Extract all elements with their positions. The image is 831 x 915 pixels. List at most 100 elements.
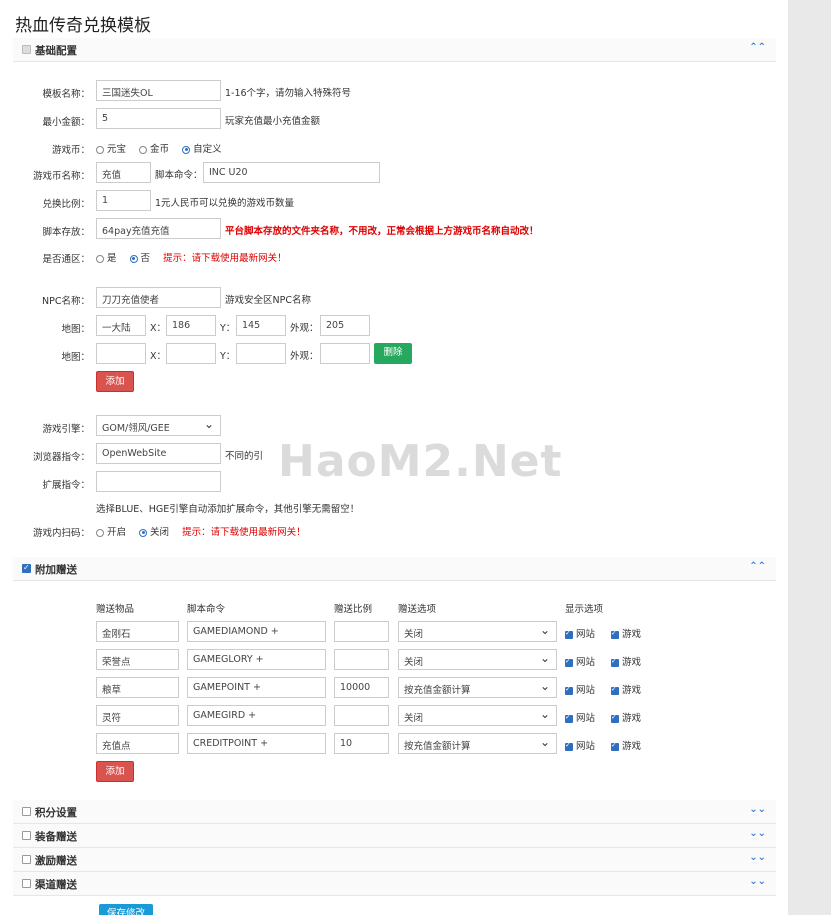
extra-show-game-checkbox[interactable]: 游戏 bbox=[611, 654, 641, 668]
look-input[interactable]: 205 bbox=[320, 315, 370, 336]
col-header-item: 赠送物品 bbox=[96, 604, 135, 615]
template-name-label: 模板名称： bbox=[42, 89, 90, 100]
qr-option-off[interactable]: 关闭 bbox=[139, 527, 169, 538]
extra-cmd-input[interactable]: CREDITPOINT + bbox=[187, 733, 326, 754]
section-basic-checkbox[interactable] bbox=[22, 45, 31, 54]
collapse-icon[interactable]: ⌃⌃ bbox=[749, 42, 766, 53]
y-label: Y： bbox=[220, 351, 236, 362]
template-name-input[interactable]: 三国迷失OL bbox=[96, 80, 221, 101]
npc-name-input[interactable]: 刀刀充值使者 bbox=[96, 287, 221, 308]
x-label: X： bbox=[150, 351, 167, 362]
ratio-label: 兑换比例： bbox=[42, 199, 90, 210]
extra-item-input[interactable]: 金刚石 bbox=[96, 621, 179, 642]
section-channel-checkbox[interactable] bbox=[22, 879, 31, 888]
merged-option-no[interactable]: 否 bbox=[129, 253, 150, 264]
script-store-input[interactable]: 64pay充值充值 bbox=[96, 218, 221, 239]
ratio-input[interactable]: 1 bbox=[96, 190, 151, 211]
section-extra-label: 附加赠送 bbox=[35, 564, 77, 576]
look-input[interactable] bbox=[320, 343, 370, 364]
ext-cmd-input[interactable] bbox=[96, 471, 221, 492]
merged-option-yes[interactable]: 是 bbox=[96, 253, 117, 264]
extra-item-input[interactable]: 灵符 bbox=[96, 705, 179, 726]
x-input[interactable]: 186 bbox=[166, 315, 216, 336]
section-incentive-checkbox[interactable] bbox=[22, 855, 31, 864]
currency-option-yuanbao[interactable]: 元宝 bbox=[96, 144, 126, 155]
engine-select[interactable]: GOM/翎风/GEE bbox=[96, 415, 221, 436]
extra-show-game-checkbox[interactable]: 游戏 bbox=[611, 710, 641, 724]
section-channel-header[interactable]: 渠道赠送 ⌄⌄ bbox=[13, 872, 776, 896]
map-label: 地图： bbox=[61, 352, 90, 363]
browser-cmd-input[interactable]: OpenWebSite bbox=[96, 443, 221, 464]
extra-cmd-input[interactable]: GAMEPOINT + bbox=[187, 677, 326, 698]
collapse-icon[interactable]: ⌃⌃ bbox=[749, 561, 766, 572]
extra-ratio-input[interactable]: 10 bbox=[334, 733, 389, 754]
y-input[interactable]: 145 bbox=[236, 315, 286, 336]
extra-show-site-checkbox[interactable]: 网站 bbox=[565, 710, 595, 724]
extra-option-select[interactable]: 关闭 bbox=[398, 649, 557, 670]
section-points-checkbox[interactable] bbox=[22, 807, 31, 816]
expand-icon[interactable]: ⌄⌄ bbox=[749, 804, 766, 815]
extra-ratio-input[interactable] bbox=[334, 705, 389, 726]
add-map-button[interactable]: 添加 bbox=[96, 371, 134, 392]
expand-icon[interactable]: ⌄⌄ bbox=[749, 876, 766, 887]
script-store-label: 脚本存放： bbox=[42, 227, 90, 238]
min-amount-hint: 玩家充值最小充值金额 bbox=[225, 116, 321, 127]
script-command-input[interactable]: INC U20 bbox=[203, 162, 380, 183]
currency-option-custom[interactable]: 自定义 bbox=[182, 144, 222, 155]
extra-show-game-checkbox[interactable]: 游戏 bbox=[611, 738, 641, 752]
extra-option-select[interactable]: 按充值金额计算 bbox=[398, 677, 557, 698]
extra-show-game-checkbox[interactable]: 游戏 bbox=[611, 682, 641, 696]
extra-ratio-input[interactable] bbox=[334, 621, 389, 642]
min-amount-input[interactable]: 5 bbox=[96, 108, 221, 129]
extra-cmd-input[interactable]: GAMEDIAMOND + bbox=[187, 621, 326, 642]
save-button[interactable]: 保存修改 bbox=[99, 904, 153, 915]
add-extra-button[interactable]: 添加 bbox=[96, 761, 134, 782]
section-equip-checkbox[interactable] bbox=[22, 831, 31, 840]
expand-icon[interactable]: ⌄⌄ bbox=[749, 852, 766, 863]
extra-ratio-input[interactable] bbox=[334, 649, 389, 670]
radio-selected-icon bbox=[139, 528, 148, 537]
x-input[interactable] bbox=[166, 343, 216, 364]
checkbox-checked-icon bbox=[611, 685, 619, 695]
checkbox-checked-icon bbox=[565, 657, 573, 667]
col-header-display: 显示选项 bbox=[565, 604, 604, 615]
extra-show-site-checkbox[interactable]: 网站 bbox=[565, 682, 595, 696]
extra-show-site-checkbox[interactable]: 网站 bbox=[565, 626, 595, 640]
currency-label: 游戏币： bbox=[51, 145, 90, 156]
section-incentive-header[interactable]: 激励赠送 ⌄⌄ bbox=[13, 848, 776, 872]
extra-cmd-input[interactable]: GAMEGIRD + bbox=[187, 705, 326, 726]
section-extra-header[interactable]: 附加赠送 ⌃⌃ bbox=[13, 557, 776, 581]
delete-map-button[interactable]: 删除 bbox=[374, 343, 412, 364]
extra-show-site-checkbox[interactable]: 网站 bbox=[565, 654, 595, 668]
extra-show-site-checkbox[interactable]: 网站 bbox=[565, 738, 595, 752]
extra-cmd-input[interactable]: GAMEGLORY + bbox=[187, 649, 326, 670]
expand-icon[interactable]: ⌄⌄ bbox=[749, 828, 766, 839]
browser-cmd-label: 浏览器指令： bbox=[32, 452, 90, 463]
section-equip-header[interactable]: 装备赠送 ⌄⌄ bbox=[13, 824, 776, 848]
currency-option-gold[interactable]: 金币 bbox=[139, 144, 169, 155]
qr-option-on[interactable]: 开启 bbox=[96, 527, 126, 538]
extra-ratio-input[interactable]: 10000 bbox=[334, 677, 389, 698]
extra-item-input[interactable]: 粮草 bbox=[96, 677, 179, 698]
extra-item-input[interactable]: 荣誉点 bbox=[96, 649, 179, 670]
extra-option-select[interactable]: 关闭 bbox=[398, 705, 557, 726]
y-input[interactable] bbox=[236, 343, 286, 364]
look-label: 外观： bbox=[290, 323, 319, 334]
section-extra-checkbox[interactable] bbox=[22, 563, 31, 573]
currency-name-input[interactable]: 充值 bbox=[96, 162, 151, 183]
extra-option-select[interactable]: 关闭 bbox=[398, 621, 557, 642]
extra-option-select[interactable]: 按充值金额计算 bbox=[398, 733, 557, 754]
watermark: HaoM2.Net bbox=[278, 436, 563, 487]
section-points-header[interactable]: 积分设置 ⌄⌄ bbox=[13, 800, 776, 824]
extra-item-input[interactable]: 充值点 bbox=[96, 733, 179, 754]
section-basic-label: 基础配置 bbox=[35, 45, 77, 57]
map-input[interactable] bbox=[96, 343, 146, 364]
y-label: Y： bbox=[220, 323, 236, 334]
checkbox-checked-icon bbox=[611, 657, 619, 667]
currency-radio-group: 元宝 金币 自定义 bbox=[96, 141, 232, 155]
map-input[interactable]: 一大陆 bbox=[96, 315, 146, 336]
section-basic-header[interactable]: 基础配置 ⌃⌃ bbox=[13, 38, 776, 62]
engine-label: 游戏引擎： bbox=[42, 424, 90, 435]
script-command-label: 脚本命令： bbox=[155, 170, 203, 181]
extra-show-game-checkbox[interactable]: 游戏 bbox=[611, 626, 641, 640]
